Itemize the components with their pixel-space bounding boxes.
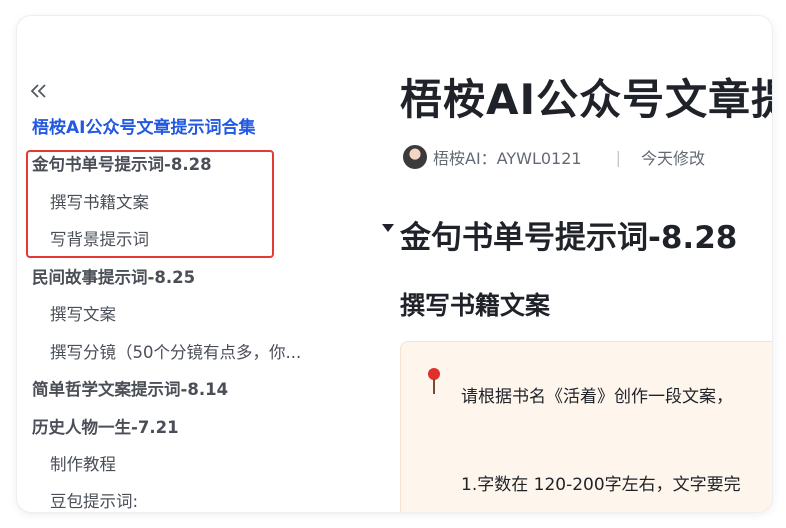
document-content: 梧桉AI公众号文章提 梧桉AI：AYWL0121 | 今天修改 金句书单号提示词… <box>357 16 772 512</box>
outline-item[interactable]: 制作教程 <box>50 454 116 476</box>
double-chevron-left-icon <box>30 84 46 98</box>
pushpin-icon <box>427 368 441 398</box>
heading-1: 金句书单号提示词-8.28 <box>400 220 738 256</box>
modified-status: 今天修改 <box>641 149 706 168</box>
document-meta: 梧桉AI：AYWL0121 | 今天修改 <box>403 144 705 170</box>
heading-2: 撰写书籍文案 <box>400 291 551 320</box>
callout-text-line[interactable]: 请根据书名《活着》创作一段文案， <box>461 382 733 407</box>
collapse-triangle-icon[interactable] <box>382 224 394 232</box>
callout-text-line[interactable]: 1.字数在 120-200字左右，文字要完 <box>461 470 741 495</box>
outline-item[interactable]: 民间故事提示词-8.25 <box>32 267 195 289</box>
outline-item[interactable]: 撰写文案 <box>50 304 116 326</box>
outline-item[interactable]: 豆包提示词: <box>50 491 138 512</box>
author-name[interactable]: 梧桉AI：AYWL0121 <box>433 145 582 169</box>
meta-separator: | <box>615 147 621 167</box>
outline-doc-title[interactable]: 梧桉AI公众号文章提示词合集 <box>32 117 255 139</box>
outline-item[interactable]: 撰写分镜（50个分镜有点多，你... <box>50 342 301 364</box>
outline-item[interactable]: 简单哲学文案提示词-8.14 <box>32 379 228 401</box>
avatar[interactable] <box>403 145 427 169</box>
outline-item[interactable]: 写背景提示词 <box>50 229 149 251</box>
outline-item[interactable]: 历史人物一生-7.21 <box>32 417 179 439</box>
outline-item[interactable]: 撰写书籍文案 <box>50 192 149 214</box>
outline-item[interactable]: 金句书单号提示词-8.28 <box>32 154 212 176</box>
outline-sidebar: 梧桉AI公众号文章提示词合集 金句书单号提示词-8.28 撰写书籍文案 写背景提… <box>17 16 357 512</box>
collapse-outline-button[interactable] <box>28 80 52 102</box>
callout-block[interactable]: 请根据书名《活着》创作一段文案， 1.字数在 120-200字左右，文字要完 <box>400 341 772 512</box>
page-title: 梧桉AI公众号文章提 <box>400 75 772 124</box>
document-window: 梧桉AI公众号文章提示词合集 金句书单号提示词-8.28 撰写书籍文案 写背景提… <box>17 16 772 512</box>
